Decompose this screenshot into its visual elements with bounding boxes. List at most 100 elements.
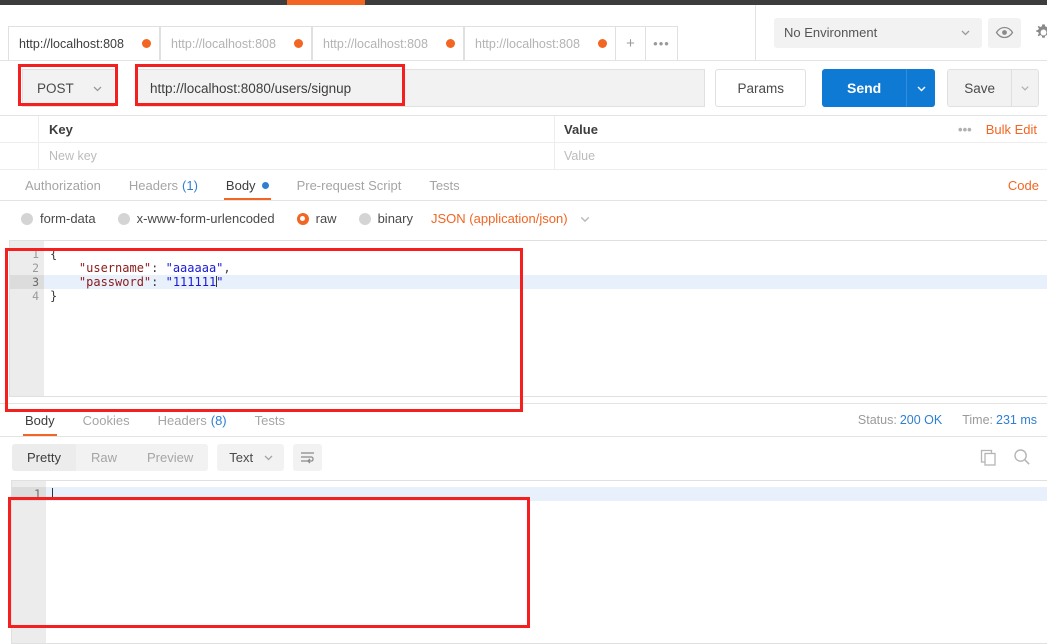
response-tab-cookies[interactable]: Cookies: [69, 404, 144, 436]
params-table-header: Key Value ••• Bulk Edit: [0, 116, 1047, 143]
send-options-button[interactable]: [906, 69, 936, 107]
response-format-select[interactable]: Text: [217, 443, 285, 471]
request-tab-label: http://localhost:808: [475, 36, 580, 51]
request-body-editor-area: 1 2 3 4 { "username": "aaaaaa", "passwor…: [0, 236, 1047, 580]
radio-icon: [117, 212, 130, 225]
body-mime-label: JSON (application/json): [431, 211, 568, 226]
titlebar-accent: [287, 0, 365, 5]
request-tab-1[interactable]: http://localhost:808: [8, 26, 160, 60]
response-headers-count: (8): [210, 412, 227, 428]
tab-label: Tests: [429, 177, 460, 193]
gutter-line: 4: [32, 289, 39, 303]
radio-icon: [21, 212, 33, 225]
save-button-group: Save: [947, 69, 1039, 107]
view-raw-button[interactable]: Raw: [76, 444, 132, 471]
params-table: Key Value ••• Bulk Edit New key Value: [0, 116, 1047, 170]
code-json-value: "aaaaaa": [165, 261, 224, 275]
unsaved-dot-icon[interactable]: [294, 39, 303, 48]
code-token: :: [151, 261, 166, 275]
tab-pre-request-script[interactable]: Pre-request Script: [283, 170, 416, 200]
response-tab-tests[interactable]: Tests: [241, 404, 299, 436]
code-line-3: "password": "111111": [44, 275, 1047, 289]
save-button[interactable]: Save: [948, 70, 1011, 106]
params-more-icon[interactable]: •••: [958, 122, 972, 137]
radio-raw[interactable]: raw: [296, 211, 337, 226]
code-token: ,: [223, 261, 231, 275]
environment-select[interactable]: No Environment: [774, 17, 982, 48]
environment-quick-look-button[interactable]: [988, 17, 1021, 48]
chevron-down-icon: [91, 82, 104, 95]
tab-authorization[interactable]: Authorization: [11, 170, 115, 200]
word-wrap-icon: [299, 450, 316, 465]
code-line-1: [46, 487, 1047, 501]
status-label: Status:: [857, 413, 897, 427]
request-body-code[interactable]: { "username": "aaaaaa", "password": "111…: [44, 241, 1047, 396]
params-header-key: Key: [39, 116, 555, 142]
code-line-4: }: [44, 289, 1047, 303]
new-tab-button[interactable]: +: [616, 26, 646, 60]
view-pretty-button[interactable]: Pretty: [12, 443, 76, 471]
response-body-editor[interactable]: 1: [11, 480, 1047, 644]
bulk-edit-link[interactable]: Bulk Edit: [986, 122, 1037, 137]
search-button[interactable]: [1013, 448, 1031, 466]
body-mime-select[interactable]: JSON (application/json): [431, 211, 592, 226]
chevron-down-icon: [1019, 82, 1031, 94]
radio-form-data[interactable]: form-data: [21, 211, 96, 226]
params-header-actions: ••• Bulk Edit: [958, 122, 1047, 137]
request-tab-label: http://localhost:808: [323, 36, 428, 51]
request-tab-label: http://localhost:808: [19, 36, 124, 51]
chevron-down-icon: [915, 82, 928, 95]
method-select-wrapper: POST: [22, 69, 114, 107]
environment-bar: No Environment: [756, 5, 1047, 60]
tabstrip-row: http://localhost:808 http://localhost:80…: [0, 5, 1047, 61]
response-tab-headers[interactable]: Headers (8): [144, 404, 241, 436]
unsaved-dot-icon[interactable]: [598, 39, 607, 48]
radio-label: x-www-form-urlencoded: [136, 211, 275, 226]
unsaved-dot-icon[interactable]: [142, 39, 151, 48]
response-body-code[interactable]: [46, 481, 1047, 643]
time-badge: Time: 231 ms: [962, 413, 1037, 427]
tab-body[interactable]: Body: [212, 170, 283, 200]
params-button[interactable]: Params: [715, 69, 806, 107]
code-json-key: "username": [78, 261, 152, 275]
word-wrap-button[interactable]: [293, 443, 323, 471]
params-table-row: New key Value: [0, 143, 1047, 170]
response-body-gutter: 1: [12, 481, 46, 643]
gutter-line-active: 3: [10, 275, 44, 289]
request-tab-2[interactable]: http://localhost:808: [160, 26, 312, 60]
radio-binary[interactable]: binary: [358, 211, 413, 226]
status-badge: Status: 200 OK: [858, 413, 942, 427]
code-token: {: [50, 247, 58, 261]
unsaved-dot-icon[interactable]: [446, 39, 455, 48]
request-url-input[interactable]: http://localhost:8080/users/signup: [137, 69, 706, 107]
params-value-input[interactable]: Value: [555, 143, 1047, 169]
copy-icon: [980, 449, 997, 466]
code-link[interactable]: Code: [1008, 170, 1047, 200]
tab-tests[interactable]: Tests: [415, 170, 473, 200]
tab-label: Headers: [157, 412, 207, 428]
code-line-1: {: [44, 247, 1047, 261]
request-tab-4[interactable]: http://localhost:808: [464, 26, 616, 60]
send-button[interactable]: Send: [821, 69, 907, 107]
tab-label: Cookies: [82, 412, 130, 428]
save-options-button[interactable]: [1011, 70, 1038, 106]
copy-button[interactable]: [980, 449, 997, 466]
radio-x-www-form-urlencoded[interactable]: x-www-form-urlencoded: [117, 211, 275, 226]
body-type-row: form-data x-www-form-urlencoded raw bina…: [0, 201, 1047, 236]
settings-button[interactable]: [1027, 18, 1047, 48]
chevron-down-icon: [959, 26, 972, 39]
tab-label: Tests: [254, 412, 285, 428]
http-method-select[interactable]: POST: [22, 69, 114, 107]
eye-icon: [995, 26, 1014, 39]
request-tab-3[interactable]: http://localhost:808: [312, 26, 464, 60]
request-body-editor[interactable]: 1 2 3 4 { "username": "aaaaaa", "passwor…: [9, 240, 1047, 397]
view-preview-button[interactable]: Preview: [132, 444, 208, 471]
response-body-editor-area: 1: [0, 477, 1047, 644]
params-key-input[interactable]: New key: [39, 143, 555, 169]
response-format-label: Text: [229, 449, 254, 465]
tab-options-icon[interactable]: •••: [646, 26, 678, 60]
tab-headers[interactable]: Headers (1): [115, 170, 212, 200]
response-tab-body[interactable]: Body: [11, 404, 69, 436]
postman-app-window: http://localhost:808 http://localhost:80…: [0, 0, 1047, 644]
